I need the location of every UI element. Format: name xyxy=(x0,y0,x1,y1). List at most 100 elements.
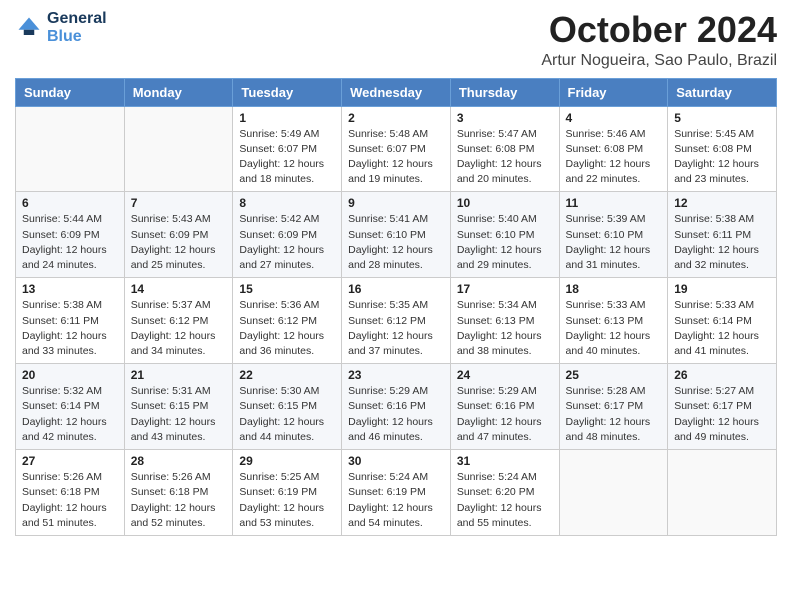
day-info: Sunrise: 5:32 AMSunset: 6:14 PMDaylight:… xyxy=(22,384,118,445)
day-info: Sunrise: 5:27 AMSunset: 6:17 PMDaylight:… xyxy=(674,384,770,445)
calendar-table: SundayMondayTuesdayWednesdayThursdayFrid… xyxy=(15,78,777,536)
calendar-cell: 9 Sunrise: 5:41 AMSunset: 6:10 PMDaylight… xyxy=(342,192,451,278)
day-number: 19 xyxy=(674,282,770,296)
day-info: Sunrise: 5:44 AMSunset: 6:09 PMDaylight:… xyxy=(22,212,118,273)
calendar-week-1: 1Sunrise: 5:49 AMSunset: 6:07 PMDaylight… xyxy=(16,106,777,192)
logo-text-blue: Blue xyxy=(47,28,107,46)
calendar-cell: 15 Sunrise: 5:36 AMSunset: 6:12 PMDayligh… xyxy=(233,278,342,364)
day-number: 22 xyxy=(239,368,335,382)
day-number: 2 xyxy=(348,111,444,125)
calendar-cell: 17 Sunrise: 5:34 AMSunset: 6:13 PMDayligh… xyxy=(450,278,559,364)
day-number: 5 xyxy=(674,111,770,125)
calendar-header-row: SundayMondayTuesdayWednesdayThursdayFrid… xyxy=(16,78,777,106)
calendar-week-5: 27 Sunrise: 5:26 AMSunset: 6:18 PMDayligh… xyxy=(16,450,777,536)
day-number: 6 xyxy=(22,196,118,210)
day-info: Sunrise: 5:49 AMSunset: 6:07 PMDaylight:… xyxy=(239,127,335,188)
calendar-cell: 13 Sunrise: 5:38 AMSunset: 6:11 PMDayligh… xyxy=(16,278,125,364)
day-number: 13 xyxy=(22,282,118,296)
logo-text-general: General xyxy=(47,10,107,28)
weekday-header-monday: Monday xyxy=(124,78,233,106)
day-number: 15 xyxy=(239,282,335,296)
calendar-cell: 1Sunrise: 5:49 AMSunset: 6:07 PMDaylight… xyxy=(233,106,342,192)
day-number: 20 xyxy=(22,368,118,382)
calendar-week-3: 13 Sunrise: 5:38 AMSunset: 6:11 PMDayligh… xyxy=(16,278,777,364)
calendar-week-2: 6 Sunrise: 5:44 AMSunset: 6:09 PMDaylight… xyxy=(16,192,777,278)
calendar-cell: 31 Sunrise: 5:24 AMSunset: 6:20 PMDayligh… xyxy=(450,450,559,536)
day-info: Sunrise: 5:33 AMSunset: 6:14 PMDaylight:… xyxy=(674,298,770,359)
calendar-cell: 5 Sunrise: 5:45 AMSunset: 6:08 PMDaylight… xyxy=(668,106,777,192)
day-info: Sunrise: 5:28 AMSunset: 6:17 PMDaylight:… xyxy=(566,384,662,445)
logo-icon xyxy=(15,14,43,42)
calendar-week-4: 20 Sunrise: 5:32 AMSunset: 6:14 PMDayligh… xyxy=(16,364,777,450)
calendar-cell: 8 Sunrise: 5:42 AMSunset: 6:09 PMDaylight… xyxy=(233,192,342,278)
day-info: Sunrise: 5:24 AMSunset: 6:20 PMDaylight:… xyxy=(457,470,553,531)
day-info: Sunrise: 5:31 AMSunset: 6:15 PMDaylight:… xyxy=(131,384,227,445)
day-info: Sunrise: 5:48 AMSunset: 6:07 PMDaylight:… xyxy=(348,127,444,188)
day-number: 28 xyxy=(131,454,227,468)
calendar-cell: 18 Sunrise: 5:33 AMSunset: 6:13 PMDayligh… xyxy=(559,278,668,364)
title-block: October 2024 Artur Nogueira, Sao Paulo, … xyxy=(541,10,777,70)
day-number: 11 xyxy=(566,196,662,210)
day-info: Sunrise: 5:39 AMSunset: 6:10 PMDaylight:… xyxy=(566,212,662,273)
weekday-header-wednesday: Wednesday xyxy=(342,78,451,106)
day-number: 17 xyxy=(457,282,553,296)
day-number: 31 xyxy=(457,454,553,468)
calendar-cell: 6 Sunrise: 5:44 AMSunset: 6:09 PMDaylight… xyxy=(16,192,125,278)
day-info: Sunrise: 5:42 AMSunset: 6:09 PMDaylight:… xyxy=(239,212,335,273)
day-number: 16 xyxy=(348,282,444,296)
day-info: Sunrise: 5:34 AMSunset: 6:13 PMDaylight:… xyxy=(457,298,553,359)
day-info: Sunrise: 5:43 AMSunset: 6:09 PMDaylight:… xyxy=(131,212,227,273)
calendar-cell: 25 Sunrise: 5:28 AMSunset: 6:17 PMDayligh… xyxy=(559,364,668,450)
day-number: 29 xyxy=(239,454,335,468)
day-info: Sunrise: 5:35 AMSunset: 6:12 PMDaylight:… xyxy=(348,298,444,359)
calendar-cell: 14 Sunrise: 5:37 AMSunset: 6:12 PMDayligh… xyxy=(124,278,233,364)
month-title: October 2024 xyxy=(541,10,777,50)
day-info: Sunrise: 5:29 AMSunset: 6:16 PMDaylight:… xyxy=(457,384,553,445)
day-info: Sunrise: 5:26 AMSunset: 6:18 PMDaylight:… xyxy=(131,470,227,531)
calendar-cell xyxy=(668,450,777,536)
calendar-cell: 11 Sunrise: 5:39 AMSunset: 6:10 PMDayligh… xyxy=(559,192,668,278)
page-header: General Blue October 2024 Artur Nogueira… xyxy=(15,10,777,70)
calendar-cell: 2 Sunrise: 5:48 AMSunset: 6:07 PMDaylight… xyxy=(342,106,451,192)
calendar-cell: 21 Sunrise: 5:31 AMSunset: 6:15 PMDayligh… xyxy=(124,364,233,450)
calendar-cell: 26 Sunrise: 5:27 AMSunset: 6:17 PMDayligh… xyxy=(668,364,777,450)
day-info: Sunrise: 5:36 AMSunset: 6:12 PMDaylight:… xyxy=(239,298,335,359)
calendar-cell xyxy=(16,106,125,192)
day-number: 4 xyxy=(566,111,662,125)
calendar-cell: 24Sunrise: 5:29 AMSunset: 6:16 PMDayligh… xyxy=(450,364,559,450)
weekday-header-thursday: Thursday xyxy=(450,78,559,106)
day-number: 27 xyxy=(22,454,118,468)
day-number: 18 xyxy=(566,282,662,296)
day-info: Sunrise: 5:38 AMSunset: 6:11 PMDaylight:… xyxy=(22,298,118,359)
day-info: Sunrise: 5:24 AMSunset: 6:19 PMDaylight:… xyxy=(348,470,444,531)
day-number: 21 xyxy=(131,368,227,382)
weekday-header-tuesday: Tuesday xyxy=(233,78,342,106)
calendar-cell: 28 Sunrise: 5:26 AMSunset: 6:18 PMDayligh… xyxy=(124,450,233,536)
day-info: Sunrise: 5:30 AMSunset: 6:15 PMDaylight:… xyxy=(239,384,335,445)
day-info: Sunrise: 5:40 AMSunset: 6:10 PMDaylight:… xyxy=(457,212,553,273)
day-info: Sunrise: 5:29 AMSunset: 6:16 PMDaylight:… xyxy=(348,384,444,445)
day-info: Sunrise: 5:41 AMSunset: 6:10 PMDaylight:… xyxy=(348,212,444,273)
day-number: 9 xyxy=(348,196,444,210)
day-number: 26 xyxy=(674,368,770,382)
calendar-cell: 23 Sunrise: 5:29 AMSunset: 6:16 PMDayligh… xyxy=(342,364,451,450)
calendar-cell: 27Sunrise: 5:26 AMSunset: 6:18 PMDayligh… xyxy=(16,450,125,536)
day-number: 25 xyxy=(566,368,662,382)
day-number: 14 xyxy=(131,282,227,296)
day-info: Sunrise: 5:45 AMSunset: 6:08 PMDaylight:… xyxy=(674,127,770,188)
calendar-cell xyxy=(559,450,668,536)
location-title: Artur Nogueira, Sao Paulo, Brazil xyxy=(541,52,777,70)
weekday-header-saturday: Saturday xyxy=(668,78,777,106)
calendar-cell: 4 Sunrise: 5:46 AMSunset: 6:08 PMDaylight… xyxy=(559,106,668,192)
calendar-cell: 29Sunrise: 5:25 AMSunset: 6:19 PMDayligh… xyxy=(233,450,342,536)
calendar-cell: 7 Sunrise: 5:43 AMSunset: 6:09 PMDaylight… xyxy=(124,192,233,278)
day-number: 3 xyxy=(457,111,553,125)
day-number: 8 xyxy=(239,196,335,210)
logo: General Blue xyxy=(15,10,107,45)
day-number: 23 xyxy=(348,368,444,382)
calendar-cell: 3Sunrise: 5:47 AMSunset: 6:08 PMDaylight… xyxy=(450,106,559,192)
day-number: 7 xyxy=(131,196,227,210)
day-info: Sunrise: 5:33 AMSunset: 6:13 PMDaylight:… xyxy=(566,298,662,359)
day-info: Sunrise: 5:37 AMSunset: 6:12 PMDaylight:… xyxy=(131,298,227,359)
day-info: Sunrise: 5:46 AMSunset: 6:08 PMDaylight:… xyxy=(566,127,662,188)
